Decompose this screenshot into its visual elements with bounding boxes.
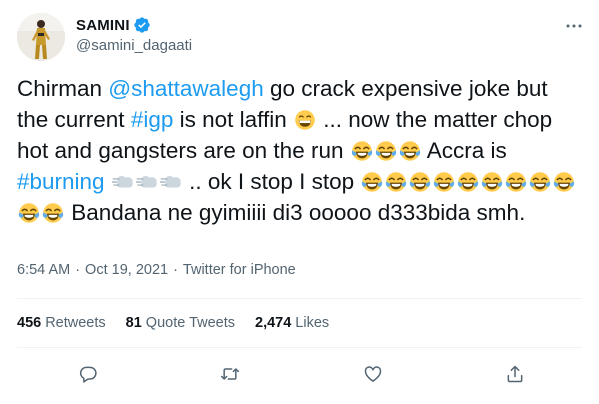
tears-of-joy-emoji-icon: [375, 140, 397, 162]
hashtag-link[interactable]: #burning: [17, 169, 105, 194]
like-icon[interactable]: [361, 362, 385, 386]
tweet-card: SAMINI @samini_dagaati Chirman @shattawa…: [0, 0, 599, 404]
retweets-stat[interactable]: 456 Retweets: [17, 315, 106, 331]
more-options-icon[interactable]: [562, 18, 586, 34]
display-name[interactable]: SAMINI: [76, 17, 130, 34]
tears-of-joy-emoji-icon: [18, 202, 40, 224]
tweet-text-segment: Bandana ne gyimiiii di3 ooooo d333bida s…: [65, 200, 526, 225]
quote-tweets-label: Quote Tweets: [145, 315, 235, 331]
tweet-source[interactable]: Twitter for iPhone: [183, 262, 296, 278]
tears-of-joy-emoji-icon: [505, 171, 527, 193]
likes-count: 2,474: [255, 315, 292, 331]
grinning-face-emoji-icon: [294, 109, 316, 131]
meta-separator: ·: [173, 262, 178, 278]
retweets-label: Retweets: [45, 315, 106, 331]
likes-stat[interactable]: 2,474 Likes: [255, 315, 329, 331]
mention-link[interactable]: @shattawalegh: [108, 76, 263, 101]
tweet-text-segment: is not laffin: [173, 107, 294, 132]
tears-of-joy-emoji-icon: [351, 140, 373, 162]
tears-of-joy-emoji-icon: [361, 171, 383, 193]
tweet-date[interactable]: Oct 19, 2021: [85, 262, 168, 278]
name-row: SAMINI: [76, 16, 151, 34]
retweets-count: 456: [17, 315, 42, 331]
dash-emoji-icon: [111, 171, 134, 193]
likes-label: Likes: [295, 315, 330, 331]
tweet-text-segment: Chirman: [17, 76, 109, 101]
user-handle[interactable]: @samini_dagaati: [76, 37, 192, 54]
quote-tweets-count: 81: [125, 315, 142, 331]
tears-of-joy-emoji-icon: [481, 171, 503, 193]
share-icon[interactable]: [503, 362, 527, 386]
tears-of-joy-emoji-icon: [42, 202, 64, 224]
tears-of-joy-emoji-icon: [409, 171, 431, 193]
action-bar: [0, 362, 599, 386]
tweet-text-segment: [105, 169, 111, 194]
tears-of-joy-emoji-icon: [457, 171, 479, 193]
tears-of-joy-emoji-icon: [399, 140, 421, 162]
tears-of-joy-emoji-icon: [553, 171, 575, 193]
verified-badge-icon: [133, 16, 151, 34]
divider: [17, 347, 582, 348]
retweet-icon[interactable]: [218, 362, 242, 386]
meta-separator: ·: [75, 262, 81, 278]
dash-emoji-icon: [135, 171, 158, 193]
engagement-stats: 456 Retweets 81 Quote Tweets 2,474 Likes: [17, 315, 349, 331]
tears-of-joy-emoji-icon: [433, 171, 455, 193]
dash-emoji-icon: [159, 171, 182, 193]
tweet-time[interactable]: 6:54 AM: [17, 262, 70, 278]
tweet-text: Chirman @shattawalegh go crack expensive…: [17, 73, 577, 228]
reply-icon[interactable]: [76, 362, 100, 386]
quote-tweets-stat[interactable]: 81 Quote Tweets: [126, 315, 235, 331]
tweet-text-segment: Accra is: [421, 138, 507, 163]
tears-of-joy-emoji-icon: [529, 171, 551, 193]
hashtag-link[interactable]: #igp: [131, 107, 174, 132]
tweet-text-segment: .. ok I stop I stop: [182, 169, 361, 194]
avatar[interactable]: [17, 13, 65, 61]
tweet-meta: 6:54 AM · Oct 19, 2021 · Twitter for iPh…: [17, 262, 296, 278]
divider: [17, 298, 582, 299]
tears-of-joy-emoji-icon: [385, 171, 407, 193]
